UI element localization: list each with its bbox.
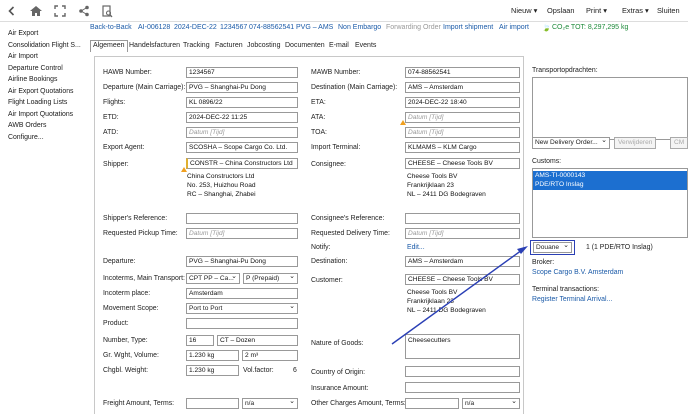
arrow-line bbox=[391, 249, 523, 345]
annotation-arrow bbox=[391, 246, 528, 345]
